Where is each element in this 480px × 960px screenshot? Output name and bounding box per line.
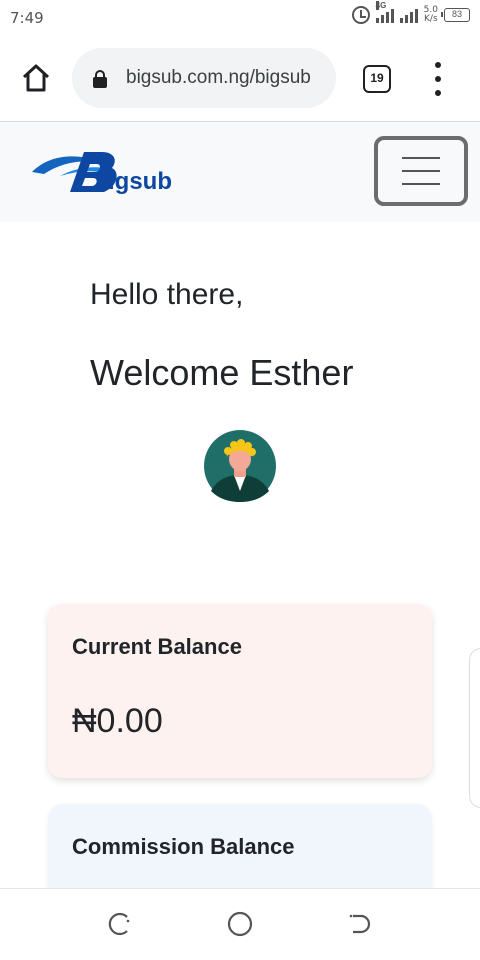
- battery-icon: 83: [441, 8, 470, 22]
- recent-apps-icon[interactable]: [107, 911, 133, 937]
- speed-unit: K/s: [424, 14, 438, 24]
- network-type-label: 4G: [375, 1, 387, 10]
- more-vert-icon[interactable]: [430, 62, 446, 96]
- system-nav-bar: [0, 888, 480, 960]
- commission-balance-label: Commission Balance: [72, 834, 295, 859]
- site-header: igsub: [0, 122, 480, 222]
- welcome-text: Welcome Esther: [90, 352, 354, 393]
- logo-text: igsub: [108, 168, 172, 195]
- current-balance-label: Current Balance: [72, 634, 242, 659]
- alarm-icon: [351, 6, 370, 24]
- status-bar: 7:49 4G 5.0 K/s 83: [0, 0, 480, 34]
- hamburger-menu-icon[interactable]: [374, 136, 468, 206]
- home-icon[interactable]: [20, 62, 52, 94]
- home-circle-icon[interactable]: [227, 911, 253, 937]
- side-panel-handle[interactable]: [469, 648, 480, 808]
- url-text: bigsub.com.ng/bigsub: [126, 67, 311, 88]
- browser-toolbar: bigsub.com.ng/bigsub 19: [0, 34, 480, 122]
- back-icon[interactable]: [347, 911, 373, 937]
- signal-icon: 4G: [375, 1, 394, 23]
- address-bar[interactable]: bigsub.com.ng/bigsub: [72, 48, 336, 108]
- lock-icon: [92, 70, 108, 88]
- user-avatar-icon: [203, 429, 277, 503]
- greeting-text: Hello there,: [90, 278, 244, 311]
- status-time: 7:49: [10, 9, 44, 27]
- status-icons: 4G 5.0 K/s 83: [351, 1, 470, 24]
- current-balance-card: Current Balance ₦0.00: [48, 604, 432, 778]
- tab-switcher-button[interactable]: 19: [363, 65, 391, 93]
- bigsub-logo[interactable]: igsub: [30, 142, 190, 202]
- network-speed: 5.0 K/s: [424, 6, 438, 24]
- signal-icon-2: [399, 7, 418, 23]
- current-balance-value: ₦0.00: [72, 702, 163, 740]
